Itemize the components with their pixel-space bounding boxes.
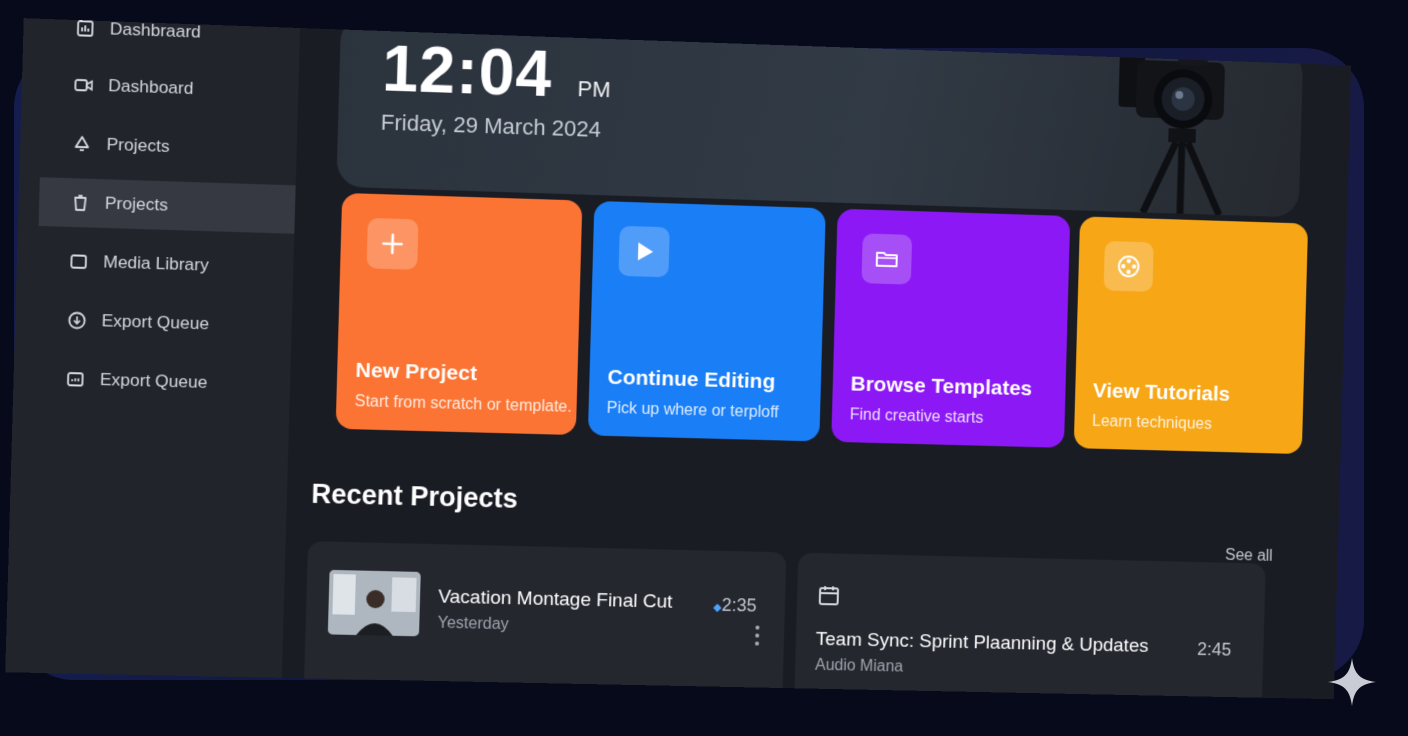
sidebar-item-label: Projects bbox=[106, 134, 170, 157]
sidebar-item-label: Projects bbox=[104, 193, 169, 215]
card-subtitle: Find creative starts bbox=[849, 406, 984, 427]
view-tutorials-card[interactable]: View Tutorials Learn techniques bbox=[1073, 216, 1309, 455]
more-options-icon[interactable] bbox=[754, 624, 761, 653]
sidebar-item-label: Export Queue bbox=[101, 311, 210, 334]
sidebar-item-label: Dashboard bbox=[108, 75, 194, 99]
sidebar-item-dashboard[interactable]: Dashboard bbox=[42, 59, 299, 116]
project-duration: 2:45 bbox=[1196, 639, 1232, 660]
plus-icon bbox=[366, 217, 419, 270]
sidebar-item-media-library[interactable]: Media Library bbox=[37, 236, 294, 292]
sparkle-icon bbox=[1328, 658, 1376, 706]
sidebar-item-projects-active[interactable]: Projects bbox=[38, 177, 296, 234]
clock-date: Friday, 29 March 2024 bbox=[380, 109, 602, 142]
clock-ampm: PM bbox=[577, 76, 611, 103]
card-subtitle: Learn techniques bbox=[1091, 412, 1213, 433]
card-subtitle: Start from scratch or template. bbox=[354, 392, 573, 416]
continue-editing-card[interactable]: Continue Editing Pick up where or terplo… bbox=[587, 200, 826, 442]
sidebar-item-label: Dashbraard bbox=[109, 19, 202, 42]
card-subtitle: Pick up where or terploff bbox=[606, 399, 779, 422]
recent-project-card[interactable]: Vacation Montage Final Cut Yesterday ◆2:… bbox=[303, 541, 787, 700]
sidebar-item-export-queue-2[interactable]: Export Queue bbox=[33, 354, 290, 410]
export-box-icon bbox=[65, 369, 86, 390]
recent-projects-heading: Recent Projects bbox=[310, 478, 519, 514]
trash-icon bbox=[70, 192, 91, 213]
card-title: New Project bbox=[355, 358, 478, 386]
sidebar-item-dashbraard[interactable]: Dashbraard bbox=[43, 18, 300, 60]
sidebar-item-label: Export Queue bbox=[99, 369, 208, 393]
bell-icon bbox=[71, 134, 92, 155]
card-title: Continue Editing bbox=[607, 365, 776, 394]
main-content: 12:04 PM Friday, 29 March 2024 New Proje… bbox=[282, 18, 1351, 700]
sidebar: Dashbraard Dashboard Projects Projects M… bbox=[5, 18, 301, 678]
browse-templates-card[interactable]: Browse Templates Find creative starts bbox=[831, 208, 1071, 448]
sidebar-item-export-queue[interactable]: Export Queue bbox=[35, 295, 292, 351]
card-title: Browse Templates bbox=[850, 372, 1033, 401]
project-date: Yesterday bbox=[437, 614, 509, 634]
sidebar-item-label: Media Library bbox=[103, 252, 210, 275]
camera-on-tripod-image bbox=[1118, 49, 1247, 216]
sidebar-item-projects[interactable]: Projects bbox=[40, 118, 297, 175]
chart-icon bbox=[75, 18, 96, 39]
project-thumbnail bbox=[327, 569, 421, 637]
project-duration: ◆2:35 bbox=[712, 594, 757, 616]
video-icon bbox=[73, 75, 94, 96]
project-subtitle: Audio Miana bbox=[814, 656, 904, 676]
clock-time: 12:04 bbox=[381, 31, 554, 111]
square-icon bbox=[68, 251, 89, 272]
calendar-icon bbox=[817, 583, 841, 607]
card-title: View Tutorials bbox=[1092, 379, 1231, 406]
film-reel-icon bbox=[1103, 240, 1154, 292]
play-icon bbox=[618, 225, 670, 278]
recent-project-card-2[interactable]: Team Sync: Sprint Plaanning & Updates Au… bbox=[793, 552, 1266, 700]
project-title: Vacation Montage Final Cut bbox=[437, 586, 673, 613]
new-project-card[interactable]: New Project Start from scratch or templa… bbox=[335, 192, 583, 436]
app-window: Dashbraard Dashboard Projects Projects M… bbox=[5, 18, 1352, 700]
folder-icon bbox=[861, 233, 913, 285]
download-circle-icon bbox=[66, 310, 87, 331]
project-title: Team Sync: Sprint Plaanning & Updates bbox=[815, 628, 1149, 657]
